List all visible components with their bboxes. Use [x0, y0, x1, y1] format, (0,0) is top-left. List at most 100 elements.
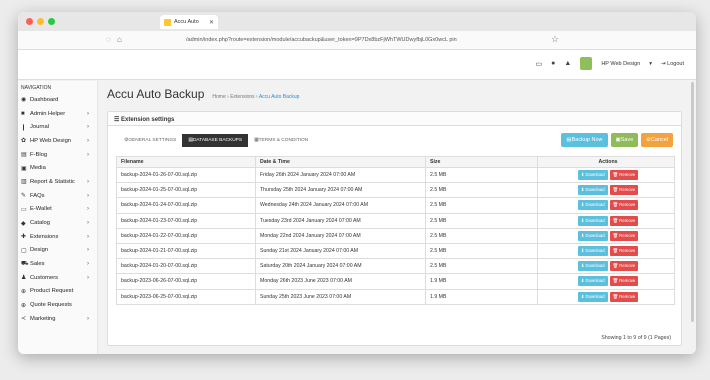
- remove-button[interactable]: 🗑 Remove: [609, 246, 639, 257]
- sidebar-item[interactable]: ◉ Dashboard: [18, 93, 97, 107]
- table-row: backup-2024-01-24-07-00.sql.zip Wednesday…: [116, 197, 675, 214]
- download-button[interactable]: ⬇ Download: [577, 200, 608, 211]
- user-menu[interactable]: HP Web Design: [601, 61, 640, 67]
- download-button[interactable]: ⬇ Download: [577, 261, 608, 272]
- logout-link[interactable]: ⇥ Logout: [661, 61, 684, 67]
- download-button[interactable]: ⬇ Download: [577, 185, 608, 196]
- sidebar-item[interactable]: ♟ Customers ›: [18, 271, 97, 285]
- sidebar-item[interactable]: ▢ Design ›: [18, 244, 97, 258]
- avatar[interactable]: [580, 57, 593, 70]
- save-button[interactable]: ▣ Save: [610, 133, 639, 147]
- remove-button[interactable]: 🗑 Remove: [609, 170, 639, 181]
- cell-filename: backup-2023-06-26-07-00.sql.zip: [116, 273, 256, 290]
- remove-button[interactable]: 🗑 Remove: [609, 261, 639, 272]
- cell-actions: ⬇ Download 🗑 Remove: [537, 227, 675, 244]
- blog-icon: ▤: [21, 152, 27, 159]
- cell-actions: ⬇ Download 🗑 Remove: [537, 273, 675, 290]
- remove-button[interactable]: 🗑 Remove: [609, 291, 639, 302]
- cell-filename: backup-2024-01-24-07-00.sql.zip: [116, 197, 256, 214]
- tab-database-backups[interactable]: ▤ DATABASE BACKUPS: [182, 134, 249, 147]
- remove-button[interactable]: 🗑 Remove: [609, 276, 639, 287]
- remove-button[interactable]: 🗑 Remove: [609, 200, 639, 211]
- sidebar-item[interactable]: ◆ Catalog ›: [18, 216, 97, 230]
- panel-heading: ☰ Extension settings: [108, 112, 681, 126]
- cell-date: Sunday 21st 2024 January 2024 07:00 AM: [255, 242, 426, 260]
- table-row: backup-2024-01-25-07-00.sql.zip Thursday …: [116, 182, 675, 199]
- settings-panel: ☰ Extension settings ⚙ GENERAL SETTINGS …: [107, 111, 682, 346]
- tab-terms[interactable]: ▦ TERMS & CONDITION: [248, 134, 314, 147]
- backup-now-button[interactable]: ▤ Backup Now: [561, 133, 608, 147]
- cell-size: 2.5 MB: [425, 212, 538, 229]
- user-icon[interactable]: ●: [551, 60, 555, 67]
- crumb-home[interactable]: Home: [212, 94, 225, 100]
- admin-icon: ■: [21, 110, 25, 117]
- catalog-icon: ◆: [21, 220, 26, 227]
- cell-filename: backup-2024-01-20-07-00.sql.zip: [116, 258, 256, 275]
- crumb-current[interactable]: Accu Auto Backup: [259, 94, 300, 100]
- download-button[interactable]: ⬇ Download: [577, 230, 608, 241]
- cancel-button[interactable]: ⊘ Cancel: [641, 133, 673, 147]
- chevron-right-icon: ›: [87, 137, 89, 144]
- browser-tab[interactable]: Accu Auto ✕: [160, 15, 218, 29]
- table-row: backup-2023-06-25-07-00.sql.zip Sunday 25…: [116, 288, 675, 305]
- sidebar-item[interactable]: ⊕ Quote Requests: [18, 298, 97, 312]
- user-icon: ♟: [21, 275, 27, 282]
- cell-filename: backup-2024-01-22-07-00.sql.zip: [116, 227, 256, 244]
- download-button[interactable]: ⬇ Download: [577, 291, 608, 302]
- faq-icon: ✎: [21, 193, 27, 200]
- dashboard-icon: ◉: [21, 97, 27, 104]
- cell-filename: backup-2024-01-21-07-00.sql.zip: [116, 242, 256, 260]
- cell-size: 2.5 MB: [425, 197, 538, 214]
- sidebar-item[interactable]: ≺ Marketing ›: [18, 312, 97, 326]
- col-size: Size: [425, 156, 538, 168]
- table-row: backup-2024-01-22-07-00.sql.zip Monday 22…: [116, 227, 675, 244]
- download-button[interactable]: ⬇ Download: [577, 276, 608, 287]
- lock-icon: ⌂: [117, 35, 122, 44]
- chevron-right-icon: ›: [87, 192, 89, 199]
- media-icon: ▣: [21, 165, 27, 172]
- sidebar-item[interactable]: ▤ F-Blog ›: [18, 148, 97, 162]
- download-button[interactable]: ⬇ Download: [577, 170, 608, 181]
- sidebar-item[interactable]: ✿ HP Web Design ›: [18, 134, 97, 148]
- chevron-right-icon: ›: [87, 274, 89, 281]
- bookmark-star-icon[interactable]: ☆: [551, 34, 559, 45]
- url-text[interactable]: /admin/index.php?route=extension/module/…: [186, 37, 457, 43]
- favicon-icon: [164, 18, 171, 26]
- cell-date: Wednesday 24th 2024 January 2024 07:00 A…: [255, 197, 426, 214]
- sidebar-item[interactable]: ✎ FAQs ›: [18, 189, 97, 203]
- wallet-icon: ▭: [21, 206, 27, 213]
- table-row: backup-2024-01-20-07-00.sql.zip Saturday …: [116, 258, 675, 275]
- cell-date: Tuesday 23rd 2024 January 2024 07:00 AM: [255, 212, 426, 229]
- chevron-right-icon: ›: [87, 206, 89, 213]
- sidebar-item[interactable]: ❙ Journal ›: [18, 120, 97, 134]
- close-tab-icon[interactable]: ✕: [209, 19, 214, 26]
- sidebar-item[interactable]: ⊕ Product Request: [18, 285, 97, 299]
- download-button[interactable]: ⬇ Download: [577, 215, 608, 226]
- window-controls[interactable]: [26, 18, 55, 25]
- cell-size: 1.9 MB: [425, 288, 538, 305]
- cell-actions: ⬇ Download 🗑 Remove: [537, 182, 675, 199]
- crumb-extensions[interactable]: Extensions: [230, 94, 254, 100]
- address-bar[interactable]: ◌ ⌂ /admin/index.php?route=extension/mod…: [18, 31, 696, 50]
- cell-date: Thursday 25th 2024 January 2024 07:00 AM: [255, 182, 426, 199]
- sidebar-item[interactable]: ⛟ Sales ›: [18, 257, 97, 271]
- caret-icon[interactable]: ▾: [649, 61, 652, 67]
- remove-button[interactable]: 🗑 Remove: [609, 215, 639, 226]
- sidebar-item[interactable]: ■ Admin Helper ›: [18, 107, 97, 121]
- tab-general-settings[interactable]: ⚙ GENERAL SETTINGS: [118, 134, 182, 147]
- chevron-right-icon: ›: [87, 315, 89, 322]
- breadcrumb: Home › Extensions › Accu Auto Backup: [212, 94, 300, 100]
- sidebar-item[interactable]: ✚ Extensions ›: [18, 230, 97, 244]
- sidebar-item[interactable]: ▣ Media: [18, 161, 97, 175]
- scrollbar[interactable]: [691, 82, 694, 322]
- remove-button[interactable]: 🗑 Remove: [609, 230, 639, 241]
- remove-button[interactable]: 🗑 Remove: [609, 185, 639, 196]
- download-button[interactable]: ⬇ Download: [577, 246, 608, 257]
- sidebar-item[interactable]: ▥ Report & Statistic ›: [18, 175, 97, 189]
- sidebar-item[interactable]: ▭ E-Wallet ›: [18, 203, 97, 217]
- chevron-right-icon: ›: [87, 247, 89, 254]
- cell-size: 1.9 MB: [425, 273, 538, 290]
- bell-icon[interactable]: ▲: [564, 60, 571, 67]
- card-icon[interactable]: ▭: [536, 60, 543, 68]
- cell-date: Friday 26th 2024 January 2024 07:00 AM: [255, 166, 426, 184]
